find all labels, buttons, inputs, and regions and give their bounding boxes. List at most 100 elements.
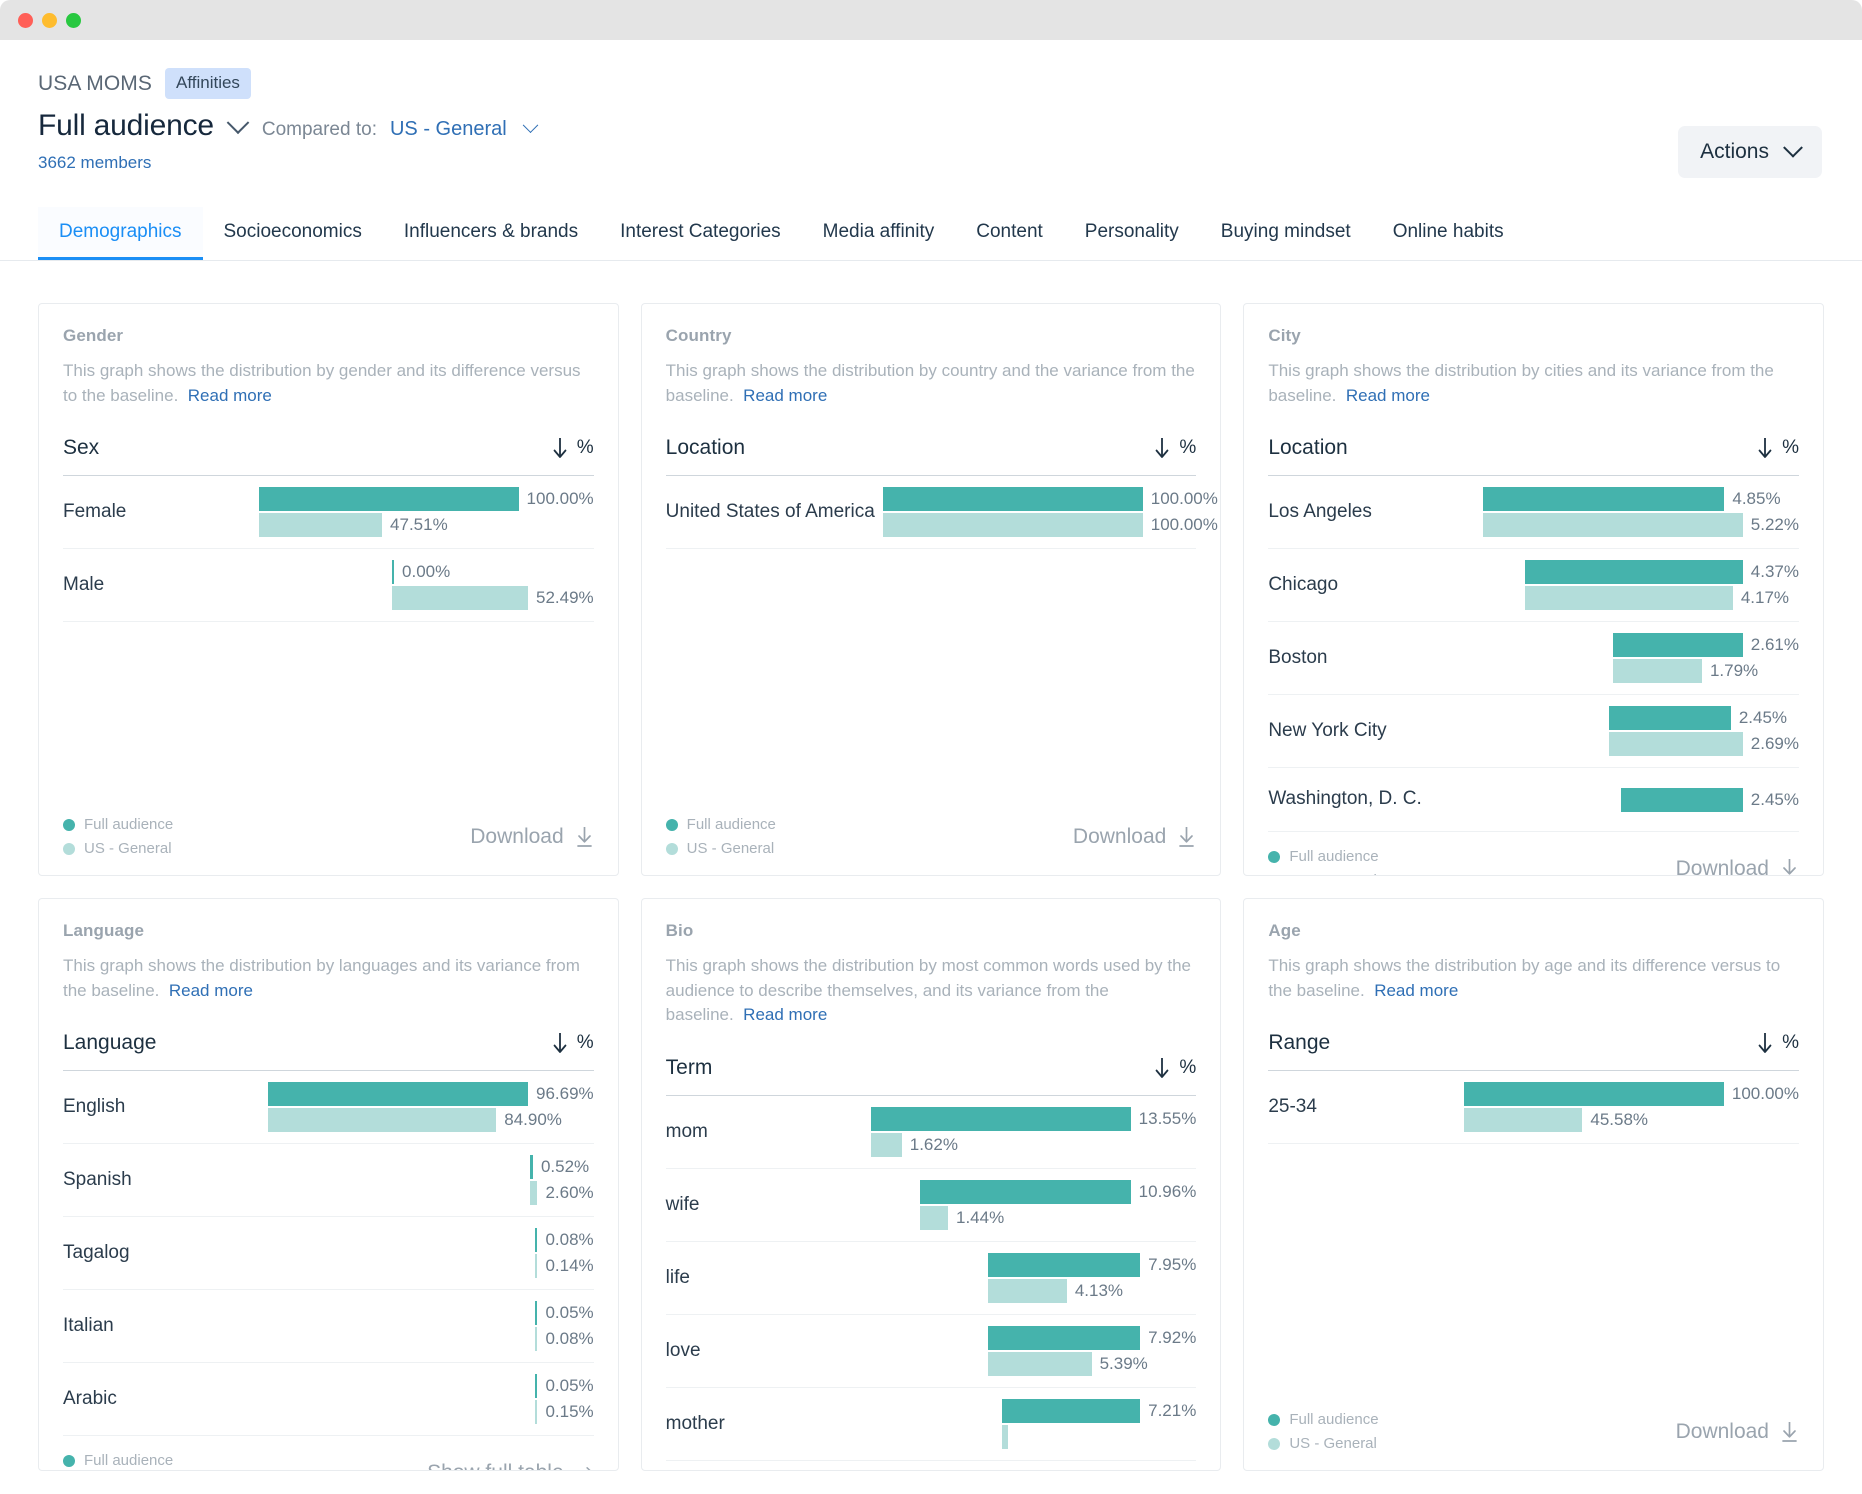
bar-value-label: 4.17%: [1741, 588, 1789, 608]
row-bars: 13.55%1.62%: [871, 1107, 1197, 1157]
minimize-icon[interactable]: [42, 13, 57, 28]
sort-control[interactable]: %: [552, 1032, 594, 1054]
read-more-link[interactable]: Read more: [743, 1005, 827, 1024]
download-button[interactable]: Download: [1073, 825, 1196, 849]
download-button[interactable]: Download: [1676, 857, 1799, 876]
baseline-chevron-down-icon[interactable]: [520, 119, 542, 141]
sort-control[interactable]: %: [1757, 1032, 1799, 1054]
bar-us-general: [920, 1206, 948, 1230]
sort-descending-arrow-icon: [1757, 437, 1773, 459]
legend-dot-us-general: [63, 843, 75, 855]
bar-primary-line: 100.00%: [883, 487, 1218, 511]
audience-chevron-down-icon[interactable]: [227, 116, 249, 138]
row-bars: 0.00%52.49%: [392, 560, 594, 610]
bar-primary-line: 13.55%: [871, 1107, 1197, 1131]
bar-baseline-line: 52.49%: [392, 586, 594, 610]
bar-full-audience: [530, 1155, 533, 1179]
card-title: Bio: [666, 921, 1197, 941]
bar-value-label: 2.45%: [1739, 708, 1787, 728]
bar-full-audience: [535, 1228, 538, 1252]
read-more-link[interactable]: Read more: [743, 386, 827, 405]
percent-column-header: %: [1179, 437, 1196, 459]
percent-column-header: %: [1782, 437, 1799, 459]
column-header-label: Location: [666, 436, 745, 460]
read-more-link[interactable]: Read more: [169, 981, 253, 1000]
legend-dot-full-audience: [666, 819, 678, 831]
download-button[interactable]: Download: [470, 825, 593, 849]
table-row: Chicago4.37%4.17%: [1268, 549, 1799, 622]
bar-us-general: [1464, 1108, 1583, 1132]
bar-us-general: [535, 1400, 538, 1424]
column-header-label: Term: [666, 1056, 713, 1080]
card-description-text: This graph shows the distribution by cit…: [1268, 361, 1774, 405]
show-full-table-button[interactable]: Show full table: [427, 1461, 594, 1471]
bar-primary-line: 100.00%: [1464, 1082, 1799, 1106]
bar-value-label: 2.45%: [1751, 790, 1799, 810]
tab-media-affinity[interactable]: Media affinity: [802, 207, 956, 260]
read-more-link[interactable]: Read more: [188, 386, 272, 405]
bar-full-audience: [883, 487, 1143, 511]
bar-baseline-line: 0.14%: [535, 1254, 594, 1278]
tab-influencers-brands[interactable]: Influencers & brands: [383, 207, 599, 260]
chart-card-gender: GenderThis graph shows the distribution …: [38, 303, 619, 876]
bar-value-label: 0.52%: [541, 1157, 589, 1177]
table-header: Location%: [666, 436, 1197, 476]
tab-demographics[interactable]: Demographics: [38, 207, 203, 260]
row-bars: 0.05%0.15%: [535, 1374, 594, 1424]
bar-value-label: 45.58%: [1590, 1110, 1648, 1130]
members-count[interactable]: 3662 members: [38, 153, 1822, 173]
legend-dot-full-audience: [1268, 1414, 1280, 1426]
legend-dot-full-audience: [63, 819, 75, 831]
sort-control[interactable]: %: [1154, 437, 1196, 459]
bar-primary-line: 0.05%: [535, 1301, 594, 1325]
compared-to-value[interactable]: US - General: [390, 118, 507, 141]
bar-primary-line: 4.37%: [1525, 560, 1799, 584]
row-bars: 7.21%: [1002, 1399, 1197, 1449]
row-label: Tagalog: [63, 1241, 138, 1266]
bar-baseline-line: 4.17%: [1525, 586, 1799, 610]
row-label: Washington, D. C.: [1268, 787, 1429, 812]
download-button[interactable]: Download: [1676, 1420, 1799, 1444]
read-more-link[interactable]: Read more: [1374, 981, 1458, 1000]
read-more-link[interactable]: Read more: [1346, 386, 1430, 405]
table-row: Female100.00%47.51%: [63, 476, 594, 549]
row-label: mother: [666, 1412, 733, 1437]
tab-personality[interactable]: Personality: [1064, 207, 1200, 260]
column-header-label: Location: [1268, 436, 1347, 460]
card-description-text: This graph shows the distribution by age…: [1268, 956, 1780, 1000]
actions-button[interactable]: Actions: [1678, 126, 1822, 178]
legend-item-full-audience: Full audience: [63, 1452, 173, 1469]
tab-buying-mindset[interactable]: Buying mindset: [1200, 207, 1372, 260]
bar-value-label: 100.00%: [527, 489, 594, 509]
legend-dot-us-general: [1268, 1438, 1280, 1450]
legend-item-us-general: US - General: [1268, 1435, 1378, 1452]
tab-interest-categories[interactable]: Interest Categories: [599, 207, 802, 260]
sort-control[interactable]: %: [1757, 437, 1799, 459]
close-icon[interactable]: [18, 13, 33, 28]
sort-control[interactable]: %: [552, 437, 594, 459]
bar-baseline-line: 1.62%: [871, 1133, 1197, 1157]
tab-content[interactable]: Content: [955, 207, 1064, 260]
table-row: Tagalog0.08%0.14%: [63, 1217, 594, 1290]
legend-label: Full audience: [1289, 848, 1378, 865]
bar-us-general: [988, 1352, 1091, 1376]
legend-label: US - General: [687, 840, 775, 857]
bar-value-label: 4.13%: [1075, 1281, 1123, 1301]
table-row: Washington, D. C. 2.45%: [1268, 768, 1799, 832]
tab-online-habits[interactable]: Online habits: [1372, 207, 1525, 260]
table-row: United States of America100.00%100.00%: [666, 476, 1197, 549]
bar-full-audience: [871, 1107, 1131, 1131]
sort-control[interactable]: %: [1154, 1057, 1196, 1079]
maximize-icon[interactable]: [66, 13, 81, 28]
tab-socioeconomics[interactable]: Socioeconomics: [203, 207, 383, 260]
bar-baseline-line: 5.22%: [1483, 513, 1799, 537]
card-footer: Full audienceUS - GeneralShow full table: [63, 1436, 594, 1471]
percent-column-header: %: [577, 1032, 594, 1054]
bar-value-label: 1.44%: [956, 1208, 1004, 1228]
bar-baseline-line: 47.51%: [259, 513, 594, 537]
legend-item-us-general: US - General: [1268, 872, 1378, 876]
page-header: USA MOMS Affinities Full audience Compar…: [0, 40, 1862, 173]
table-row: 25-34100.00%45.58%: [1268, 1071, 1799, 1144]
table-header: Sex%: [63, 436, 594, 476]
bar-full-audience: [988, 1253, 1141, 1277]
